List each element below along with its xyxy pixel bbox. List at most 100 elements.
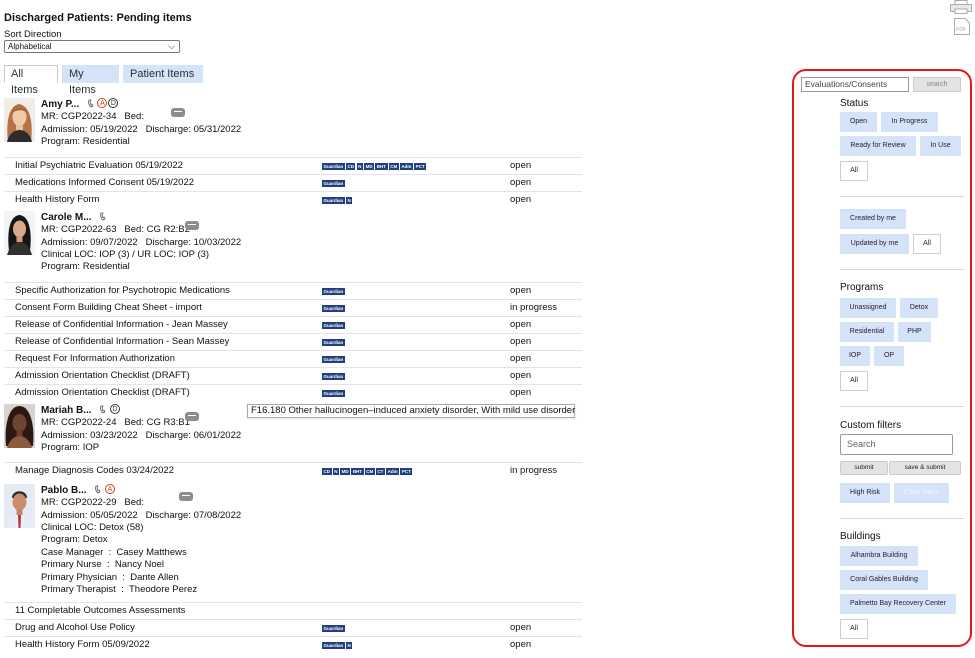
patient-name[interactable]: Amy P... <box>41 99 79 111</box>
item-status: open <box>510 353 532 364</box>
role-tags: Guardian <box>322 356 346 363</box>
diagnosis-badge-icon[interactable]: D <box>108 98 119 109</box>
chevron-down-icon: ⌵ <box>168 41 175 51</box>
role-tag: Guardian <box>322 163 345 170</box>
sort-direction-value: Alphabetical <box>8 42 52 51</box>
role-tag: Guardian <box>322 305 345 312</box>
table-row[interactable]: Manage Diagnosis Codes 03/24/2022 CD N MD B… <box>4 462 582 479</box>
table-row[interactable]: Initial Psychiatric Evaluation 05/19/202… <box>4 157 582 174</box>
chat-icon[interactable] <box>179 492 193 501</box>
role-tag: BHT <box>375 163 388 170</box>
clear-filters-button[interactable]: Clear filters <box>894 483 949 503</box>
chat-icon[interactable] <box>171 108 185 117</box>
tab-all-items[interactable]: All Items <box>4 65 58 96</box>
building-chip-palmetto-bay[interactable]: Palmetto Bay Recovery Center <box>840 594 956 614</box>
chat-icon[interactable] <box>185 221 199 230</box>
submit-button[interactable]: submit <box>840 461 888 475</box>
item-name: Manage Diagnosis Codes 03/24/2022 <box>15 465 174 476</box>
patient-name[interactable]: Pablo B... <box>41 485 87 497</box>
table-row[interactable]: Medications Informed Consent 05/19/2022 … <box>4 174 582 191</box>
owner-chip-all[interactable]: All <box>913 234 941 254</box>
program-chip-op[interactable]: OP <box>874 346 904 366</box>
role-tag: N <box>356 163 363 170</box>
patient-mr-bed: MR: CGP2022-29 Bed: <box>41 497 144 509</box>
patient-info: Pablo B... A MR: CGP2022-29 Bed: Admissi… <box>41 484 241 596</box>
program-chip-unassigned[interactable]: Unassigned <box>840 298 896 318</box>
table-row[interactable]: Consent Form Building Cheat Sheet - impo… <box>4 299 582 316</box>
patient-photo <box>4 211 35 255</box>
role-tag: CM <box>364 468 375 475</box>
program-chip-all[interactable]: All <box>840 371 868 391</box>
allergy-badge-icon[interactable]: A <box>97 98 108 109</box>
role-tags: Guardian N <box>322 197 353 204</box>
table-row[interactable]: Admission Orientation Checklist (DRAFT) … <box>4 367 582 384</box>
item-name: Health History Form 05/09/2022 <box>15 639 150 650</box>
building-chip-all[interactable]: All <box>840 619 868 639</box>
patient-primary-therapist: Primary Therapist : Theodore Perez <box>41 583 198 595</box>
form-search-input[interactable]: Evaluations/Consents <box>801 77 909 92</box>
item-status: open <box>510 160 532 171</box>
program-chip-php[interactable]: PHP <box>898 322 931 342</box>
role-tags: Guardian <box>322 390 346 397</box>
print-icon[interactable] <box>950 0 972 14</box>
owner-chip-created-by-me[interactable]: Created by me <box>840 209 906 229</box>
filter-sidebar: Evaluations/Consents search Status Open … <box>792 69 972 647</box>
patient-program: Program: Residential <box>41 261 130 273</box>
allergy-badge-icon[interactable]: A <box>104 484 115 495</box>
item-status: open <box>510 336 532 347</box>
role-tag: PCT <box>414 163 427 170</box>
patient-name[interactable]: Carole M... <box>41 212 92 224</box>
table-row[interactable]: Drug and Alcohol Use Policy Guardian ope… <box>4 619 582 636</box>
table-row[interactable]: Release of Confidential Information - Se… <box>4 333 582 350</box>
tab-patient-items[interactable]: Patient Items <box>123 65 203 83</box>
table-row[interactable]: Admission Orientation Checklist (DRAFT) … <box>4 384 582 401</box>
status-chip-open[interactable]: Open <box>840 112 877 132</box>
save-submit-button[interactable]: save & submit <box>889 461 961 475</box>
status-chip-ready-for-review[interactable]: Ready for Review <box>840 136 916 156</box>
pdf-icon[interactable]: PDF <box>954 18 970 35</box>
custom-filter-search-input[interactable]: Search <box>840 434 953 455</box>
item-name: Release of Confidential Information - Se… <box>15 336 230 347</box>
table-row[interactable]: Request For Information Authorization Gu… <box>4 350 582 367</box>
role-tag: Guardian <box>322 373 345 380</box>
program-chip-iop[interactable]: IOP <box>840 346 870 366</box>
item-status: open <box>510 194 532 205</box>
role-tag: Guardian <box>322 625 345 632</box>
owner-chip-updated-by-me[interactable]: Updated by me <box>840 234 909 254</box>
chat-icon[interactable] <box>185 412 199 421</box>
patient-name[interactable]: Mariah B... <box>41 405 92 417</box>
status-chip-in-use[interactable]: In Use <box>920 136 961 156</box>
item-name: Specific Authorization for Psychotropic … <box>15 285 230 296</box>
table-row[interactable]: 11 Completable Outcomes Assessments <box>4 602 582 619</box>
building-chip-alhambra[interactable]: Alhambra Building <box>840 546 918 566</box>
status-chip-in-progress[interactable]: In Progress <box>881 112 938 132</box>
role-tags: Guardian N <box>322 642 353 649</box>
item-name: Release of Confidential Information - Je… <box>15 319 228 330</box>
diagnosis-badge-icon[interactable]: D <box>109 404 120 415</box>
table-row[interactable]: Specific Authorization for Psychotropic … <box>4 282 582 299</box>
page-title: Discharged Patients: Pending items <box>4 12 192 24</box>
table-row[interactable]: Health History Form Guardian N open <box>4 191 582 208</box>
svg-text:PDF: PDF <box>956 27 966 33</box>
item-status: open <box>510 177 532 188</box>
high-risk-chip[interactable]: High Risk <box>840 483 890 503</box>
building-chip-coral-gables[interactable]: Coral Gables Building <box>840 570 928 590</box>
program-chip-residential[interactable]: Residential <box>840 322 894 342</box>
tab-my-items[interactable]: My Items <box>62 65 119 96</box>
patient-program: Program: IOP <box>41 441 100 453</box>
role-tags: Guardian <box>322 288 346 295</box>
role-tags: Guardian <box>322 625 346 632</box>
sort-direction-select[interactable]: Alphabetical ⌵ <box>4 40 180 53</box>
role-tag: Guardian <box>322 642 345 649</box>
divider <box>840 196 964 197</box>
table-row[interactable]: Release of Confidential Information - Je… <box>4 316 582 333</box>
role-tag: Guardian <box>322 356 345 363</box>
status-chip-all[interactable]: All <box>840 161 868 181</box>
role-tag: Guardian <box>322 288 345 295</box>
search-button[interactable]: search <box>913 77 961 92</box>
program-chip-detox[interactable]: Detox <box>900 298 938 318</box>
item-name: 11 Completable Outcomes Assessments <box>15 605 186 616</box>
table-row[interactable]: Health History Form 05/09/2022 Guardian N… <box>4 636 582 653</box>
role-tag: CD <box>345 163 356 170</box>
patient-loc: Clinical LOC: IOP (3) / UR LOC: IOP (3) <box>41 248 210 260</box>
